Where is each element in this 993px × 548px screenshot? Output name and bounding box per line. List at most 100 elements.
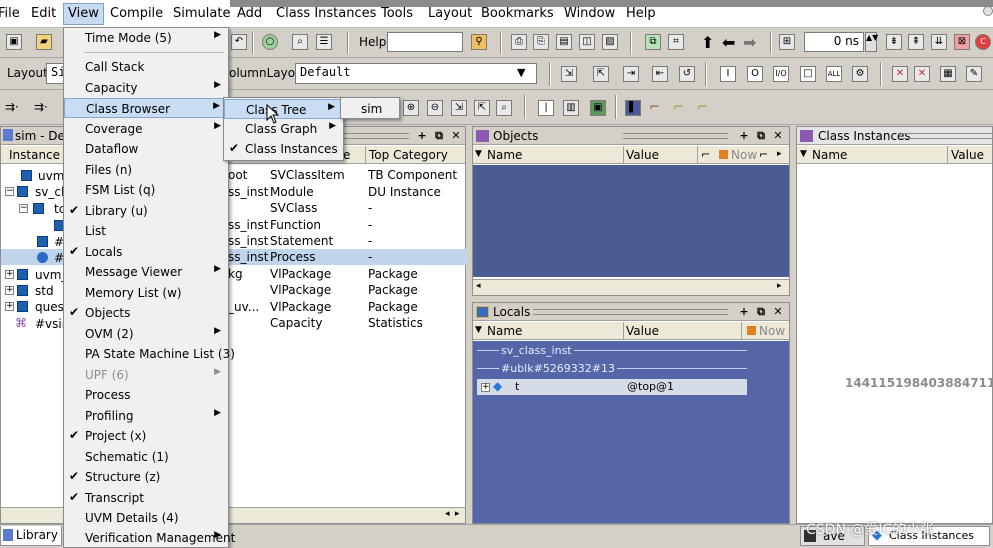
table-row[interactable]: Capacity Statistics	[228, 315, 466, 331]
zoom-in-icon[interactable]: ⊕	[403, 100, 419, 116]
menu-window[interactable]: Window	[564, 6, 615, 21]
menu-item-coverage[interactable]: Coverage ▶	[64, 119, 228, 139]
step-icon[interactable]: ⇲	[561, 66, 577, 82]
arrow-left-icon[interactable]: ⬅	[722, 33, 735, 52]
step-next-icon[interactable]: ⇉·	[34, 100, 48, 114]
step-into-icon[interactable]: ⇉·	[5, 100, 19, 114]
run-all-icon[interactable]: ⇊	[931, 34, 947, 50]
edge-any-icon[interactable]: ⌐	[697, 100, 708, 115]
step-out-icon[interactable]: ⇥	[623, 66, 639, 82]
step-back-icon[interactable]: ⇤	[652, 66, 668, 82]
menu-class-instances[interactable]: Class Instances	[276, 6, 376, 21]
wave-edge-icon[interactable]: ▌	[625, 100, 641, 116]
menu-item-uvm-details-4[interactable]: UVM Details (4)	[64, 508, 228, 528]
table-row[interactable]: _uv... VlPackage Package	[228, 299, 466, 315]
table-row[interactable]: kg VlPackage Package	[228, 266, 466, 282]
table-row[interactable]: VlPackage Package	[228, 282, 466, 298]
scroll-left-icon[interactable]: ◂	[476, 281, 481, 291]
compile-icon[interactable]: ⎙	[511, 34, 527, 50]
run-circle-icon[interactable]: ○	[262, 34, 278, 50]
sort-icon[interactable]: ▼	[800, 149, 807, 159]
collapse-icon[interactable]: −	[19, 204, 28, 213]
locals-list[interactable]: sv_class_inst #ublk#5269332#13 + ◆ t @to…	[473, 341, 789, 523]
open-folder-icon[interactable]: ▰	[36, 34, 52, 50]
menu-item-objects[interactable]: ✔ Objects	[64, 303, 228, 323]
wave-add-icon[interactable]: ⌗	[668, 34, 684, 50]
col-design-unit-fragment[interactable]: e	[343, 148, 350, 162]
menu-simulate[interactable]: Simulate	[173, 6, 230, 21]
menu-item-time-mode-5[interactable]: Time Mode (5) ▶	[64, 28, 228, 48]
wave-cursor-fill-icon[interactable]: ▣	[590, 100, 606, 116]
table-row[interactable]: ss_inst Function -	[228, 217, 466, 233]
zoom-full-icon[interactable]: ⇲	[451, 100, 467, 116]
col-name[interactable]: Name	[487, 324, 522, 338]
locals-row[interactable]: + ◆ t @top@1	[477, 379, 747, 395]
menu-item-capacity[interactable]: Capacity ▶	[64, 78, 228, 98]
menu-layout[interactable]: Layout	[428, 6, 472, 21]
scroll-right-icon[interactable]: ▸	[777, 281, 782, 291]
menu-item-structure-z[interactable]: ✔ Structure (z)	[64, 467, 228, 487]
menu-item-upf-6[interactable]: UPF (6) ▶	[64, 365, 228, 385]
col-value[interactable]: Value	[626, 148, 659, 162]
edge-rise-icon[interactable]: ⌐	[649, 100, 660, 115]
menu-item-fsm-list-q[interactable]: FSM List (q)	[64, 180, 228, 200]
undock-icon[interactable]: ⧉	[432, 129, 446, 143]
menu-tools[interactable]: Tools	[381, 6, 413, 21]
col-value[interactable]: Value	[951, 148, 984, 162]
col-instance[interactable]: Instance	[9, 148, 60, 162]
list-view-icon[interactable]: ☰	[316, 34, 332, 50]
menu-bookmarks[interactable]: Bookmarks	[481, 6, 554, 21]
sort-icon[interactable]: ▼	[475, 325, 482, 335]
tab-library[interactable]: Library	[0, 526, 62, 546]
menu-item-ovm-2[interactable]: OVM (2) ▶	[64, 324, 228, 344]
menu-item-sim[interactable]: sim	[341, 99, 399, 119]
undock-icon[interactable]: ⧉	[754, 129, 768, 143]
menu-help[interactable]: Help	[626, 6, 656, 21]
menu-item-library-u[interactable]: ✔ Library (u)	[64, 201, 228, 221]
col-value[interactable]: Value	[626, 324, 659, 338]
wave-cursor-add-icon[interactable]: ▥	[563, 100, 579, 116]
zoom-out-icon[interactable]: ⊖	[427, 100, 443, 116]
scroll-right-icon[interactable]: ▸	[455, 509, 460, 519]
objects-list[interactable]	[473, 165, 789, 277]
new-file-icon[interactable]: ▣	[6, 34, 22, 50]
cursor-next-icon[interactable]: ⌐	[759, 148, 768, 161]
stop-icon[interactable]: ▨	[602, 34, 618, 50]
scroll-left-icon[interactable]: ◂	[445, 509, 450, 519]
break-icon[interactable]: ◫	[579, 34, 595, 50]
compile-all-icon[interactable]: ⎘	[533, 34, 549, 50]
sort-icon[interactable]: ▼	[475, 149, 482, 159]
expand-icon[interactable]: +	[5, 286, 14, 295]
pin-icon[interactable]: +	[737, 129, 751, 143]
zoom-cursor-icon[interactable]: ⇱	[474, 100, 490, 116]
menu-item-locals[interactable]: ✔ Locals	[64, 242, 228, 262]
pin-icon[interactable]: +	[415, 129, 429, 143]
help-search-input[interactable]	[387, 32, 463, 52]
run-length-icon[interactable]: ⊞	[779, 34, 795, 50]
objects-hscroll[interactable]: ◂ ▸	[473, 279, 789, 295]
menu-item-profiling[interactable]: Profiling ▶	[64, 406, 228, 426]
clear-icon[interactable]: ✕	[892, 66, 908, 82]
menu-item-call-stack[interactable]: Call Stack	[64, 57, 228, 77]
col-top-category[interactable]: Top Category	[369, 148, 448, 162]
time-spinner-icon[interactable]: ▲▼	[865, 32, 878, 52]
undock-icon[interactable]: ⧉	[754, 305, 768, 319]
signal-i-icon[interactable]: I	[720, 66, 736, 82]
close-icon[interactable]: ✕	[449, 129, 463, 143]
table-row-selected[interactable]: ss_inst Process -	[228, 249, 466, 265]
menu-item-class-graph[interactable]: Class Graph ▶	[224, 119, 343, 139]
hierarchy-icon[interactable]: ⧉	[645, 34, 661, 50]
menu-item-message-viewer[interactable]: Message Viewer ▶	[64, 262, 228, 282]
binoculars-icon[interactable]: ⌕	[292, 34, 308, 50]
menu-compile[interactable]: Compile	[110, 6, 163, 21]
col-name[interactable]: Name	[487, 148, 522, 162]
signal-all-icon[interactable]: ALL	[826, 66, 842, 82]
scroll-right-icon[interactable]: ▸	[777, 149, 782, 159]
close-icon[interactable]: ✕	[771, 129, 785, 143]
edge-fall-icon[interactable]: ⌐	[673, 100, 684, 115]
expand-icon[interactable]: +	[481, 383, 490, 392]
menu-edit[interactable]: Edit	[31, 6, 56, 21]
zoom-range-icon[interactable]: ⌕	[496, 100, 512, 116]
chevron-down-icon[interactable]: ▼	[517, 66, 525, 79]
menu-item-memory-list-w[interactable]: Memory List (w)	[64, 283, 228, 303]
